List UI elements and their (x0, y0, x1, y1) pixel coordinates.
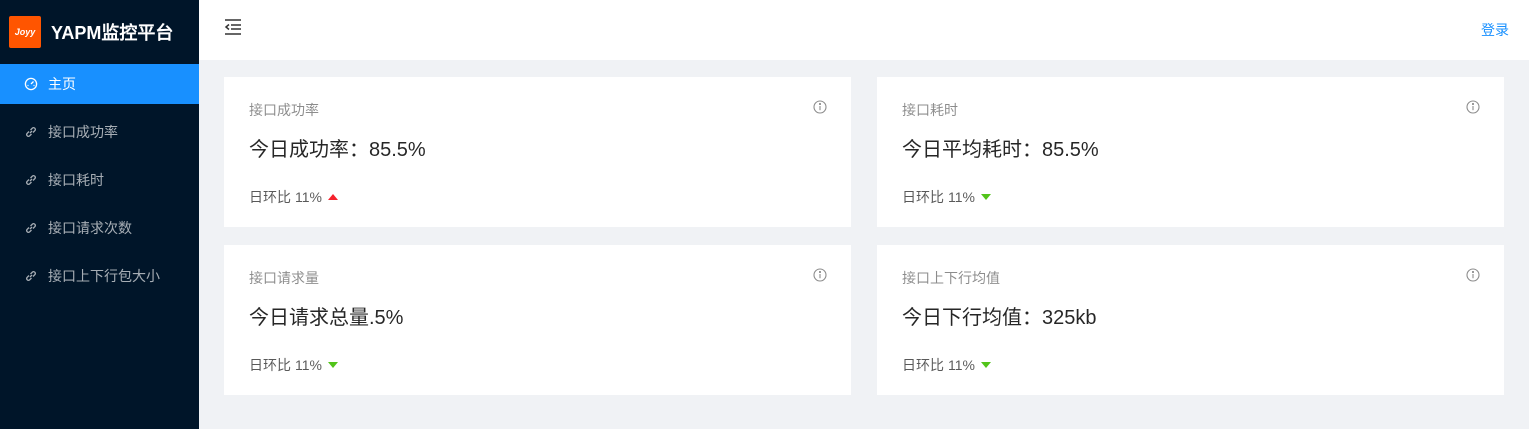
card-title: 接口请求量 (249, 270, 319, 286)
link-icon (24, 125, 38, 139)
ratio-value: 11% (295, 357, 322, 373)
card-title: 接口耗时 (902, 102, 958, 118)
sidebar-item-request-count[interactable]: 接口请求次数 (0, 208, 199, 248)
link-icon (24, 221, 38, 235)
caret-down-icon (980, 194, 991, 200)
logo: Joyy (9, 16, 41, 48)
sidebar-item-label: 主页 (48, 76, 76, 92)
info-circle-icon[interactable] (1466, 268, 1480, 282)
sidebar-item-latency[interactable]: 接口耗时 (0, 160, 199, 200)
metric-card-success-rate: 接口成功率 今日成功率：85.5% 日环比 11% (224, 77, 851, 227)
ratio-label: 日环比 (902, 189, 944, 205)
sidebar-item-label: 接口请求次数 (48, 220, 132, 236)
info-circle-icon[interactable] (813, 268, 827, 282)
sidebar-item-label: 接口上下行包大小 (48, 268, 160, 284)
caret-down-icon (327, 362, 338, 368)
card-value: 今日请求总量.5% (249, 307, 404, 329)
metric-card-request-volume: 接口请求量 今日请求总量.5% 日环比 11% (224, 245, 851, 395)
sidebar: Joyy YAPM监控平台 主页 接口成功率 接口耗时 接口请求次数 接口上下行… (0, 0, 199, 429)
brand[interactable]: Joyy YAPM监控平台 (0, 0, 199, 64)
caret-down-icon (980, 362, 991, 368)
ratio-label: 日环比 (902, 357, 944, 373)
info-circle-icon[interactable] (1466, 100, 1480, 114)
metric-card-latency: 接口耗时 今日平均耗时：85.5% 日环比 11% (877, 77, 1504, 227)
caret-up-icon (327, 194, 338, 200)
sidebar-item-label: 接口耗时 (48, 172, 104, 188)
sidebar-item-success-rate[interactable]: 接口成功率 (0, 112, 199, 152)
card-value: 今日下行均值：325kb (902, 307, 1097, 329)
link-icon (24, 173, 38, 187)
sidebar-menu: 主页 接口成功率 接口耗时 接口请求次数 接口上下行包大小 (0, 64, 199, 296)
sidebar-item-packet-size[interactable]: 接口上下行包大小 (0, 256, 199, 296)
ratio-label: 日环比 (249, 357, 291, 373)
link-icon (24, 269, 38, 283)
card-value: 今日平均耗时：85.5% (902, 139, 1099, 161)
app-title: YAPM监控平台 (51, 23, 174, 43)
metric-card-packet-size: 接口上下行均值 今日下行均值：325kb 日环比 11% (877, 245, 1504, 395)
ratio-value: 11% (295, 189, 322, 205)
sidebar-item-home[interactable]: 主页 (0, 64, 199, 104)
login-link[interactable]: 登录 (1481, 20, 1509, 40)
ratio-value: 11% (948, 189, 975, 205)
card-footer: 日环比 11% (902, 355, 991, 375)
sidebar-item-label: 接口成功率 (48, 124, 118, 140)
card-footer: 日环比 11% (249, 355, 338, 375)
ratio-label: 日环比 (249, 189, 291, 205)
card-footer: 日环比 11% (902, 187, 991, 207)
info-circle-icon[interactable] (813, 100, 827, 114)
dashboard-icon (24, 77, 38, 91)
card-title: 接口成功率 (249, 102, 319, 118)
card-title: 接口上下行均值 (902, 270, 1000, 286)
menu-fold-icon[interactable] (223, 17, 243, 37)
card-value: 今日成功率：85.5% (249, 139, 426, 161)
ratio-value: 11% (948, 357, 975, 373)
top-header: 登录 (199, 0, 1529, 60)
card-footer: 日环比 11% (249, 187, 338, 207)
